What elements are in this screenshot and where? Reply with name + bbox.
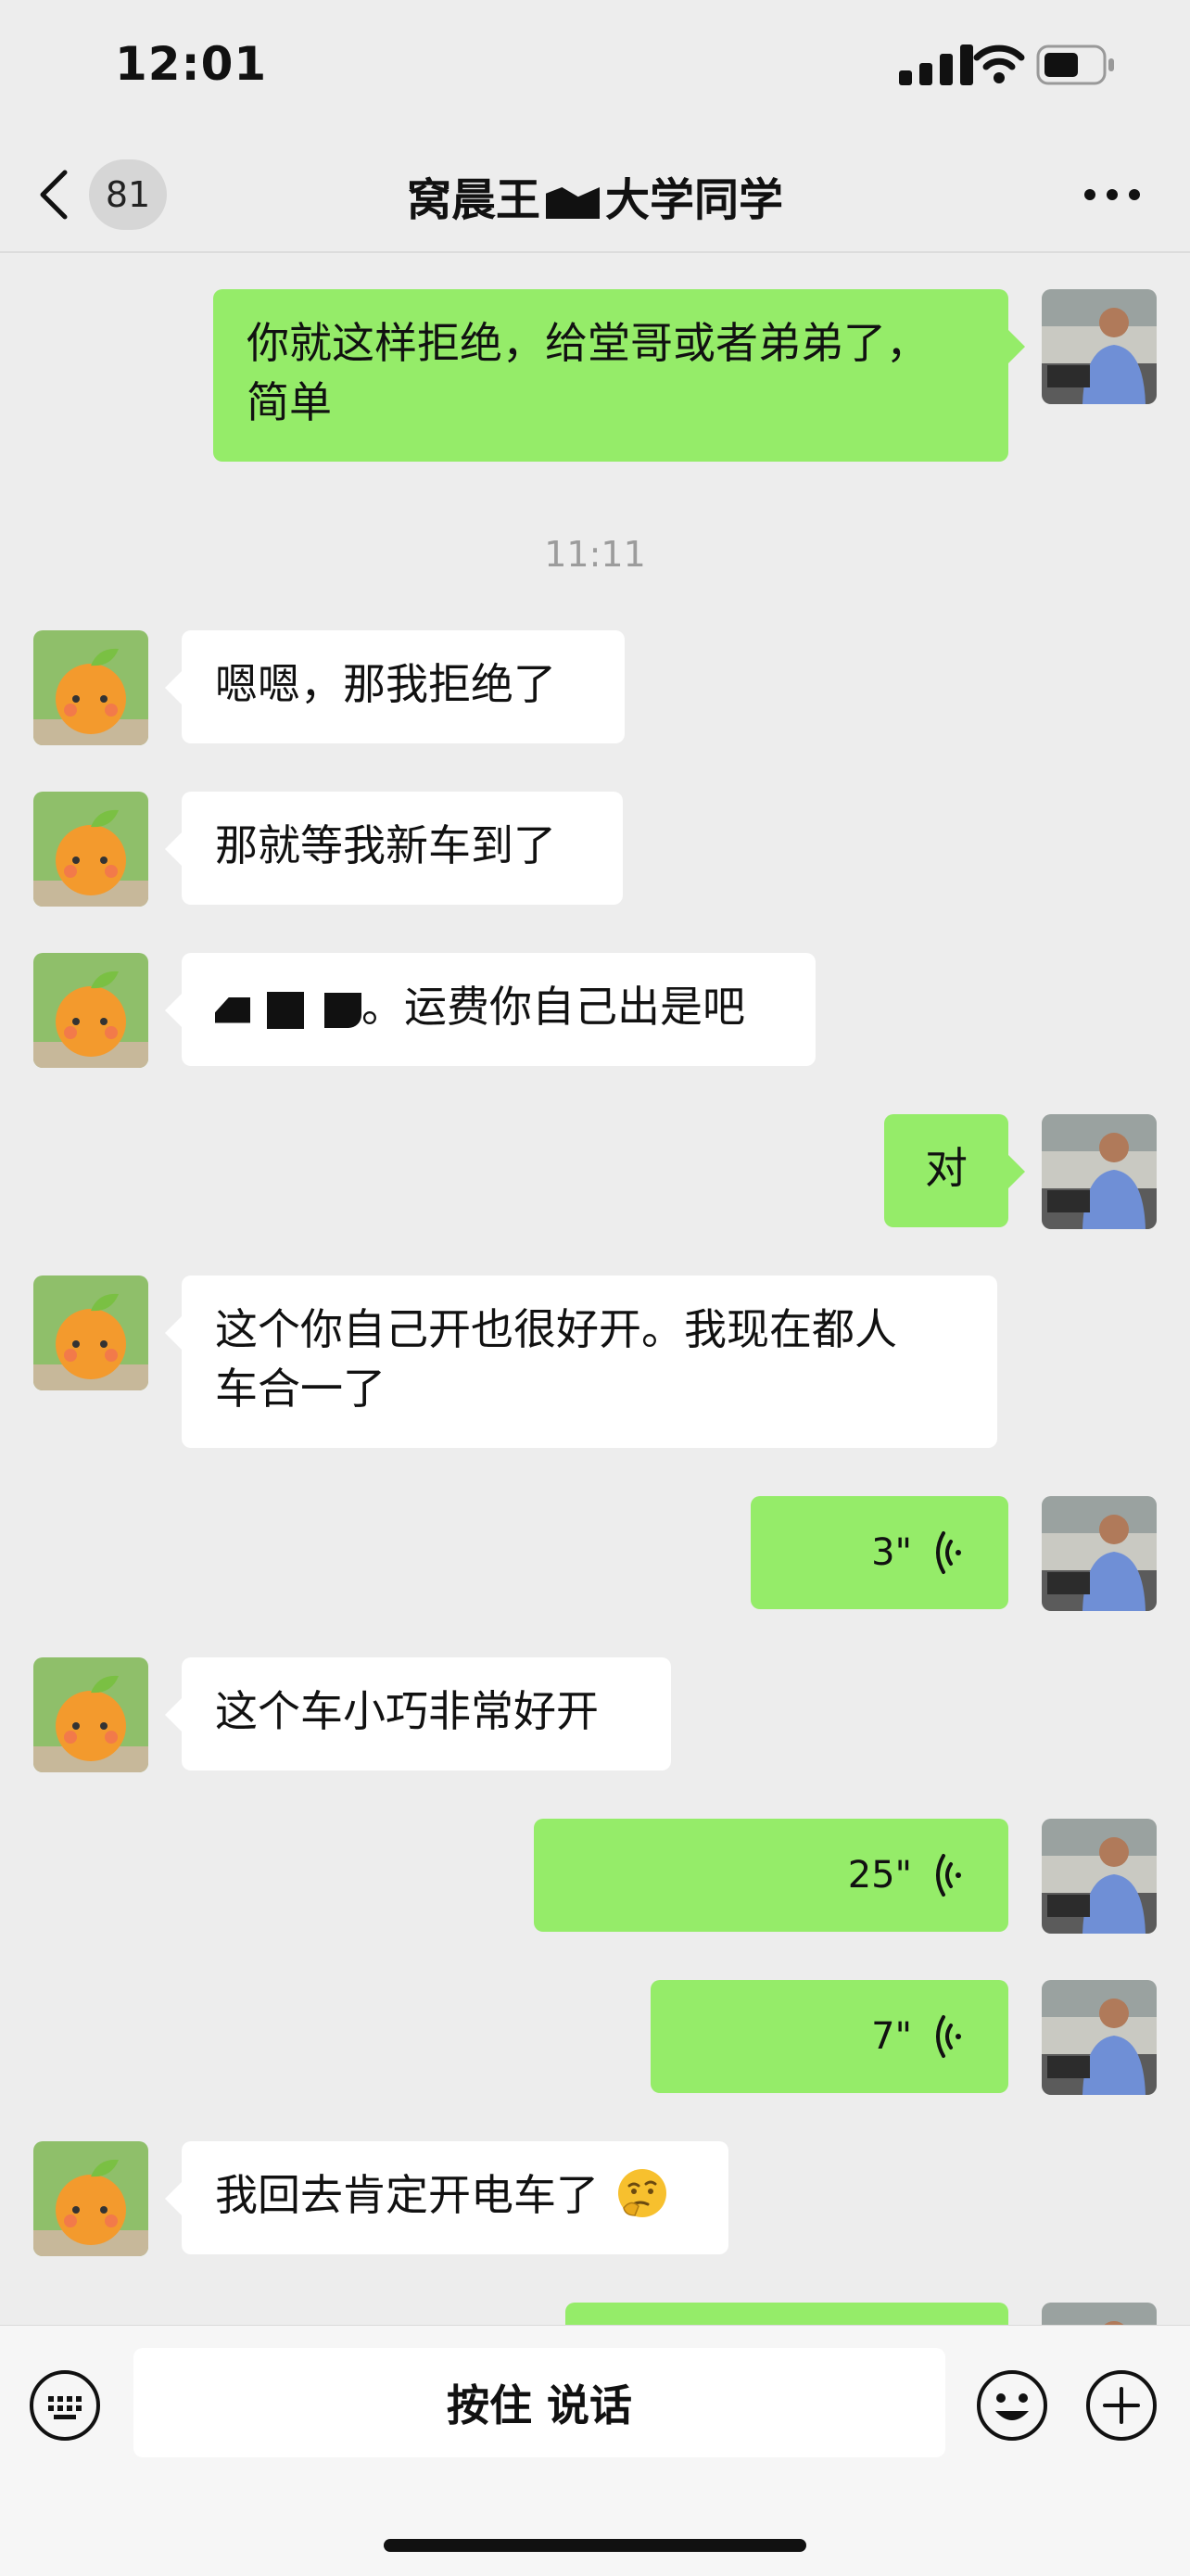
message-bubble-incoming[interactable]: 这个你自己开也很好开。我现在都人 车合一了 (165, 1275, 997, 1448)
keyboard-icon[interactable] (28, 2368, 102, 2443)
bubble-tail (986, 1537, 1003, 1570)
hold-to-talk-button[interactable]: 按住 说话 (133, 2348, 945, 2457)
message-text-line: 你就这样拒绝，给堂哥或者弟弟了， (247, 318, 929, 368)
contact-avatar[interactable] (33, 1657, 148, 1772)
signal-icon (899, 44, 973, 85)
voice-wave-icon (936, 1531, 961, 1574)
voice-duration: 7" (871, 2015, 912, 2058)
message-bubble-incoming[interactable]: 我回去肯定开电车了 (165, 2141, 728, 2254)
bubble-tail (165, 2182, 182, 2215)
message-text: 嗯嗯，那我拒绝了 (215, 659, 556, 709)
chat-header: 81 窝晨王 大学同学 (0, 139, 1190, 250)
thinking-emoji-icon (617, 2169, 666, 2217)
redaction-mark (267, 991, 304, 1029)
my-avatar[interactable] (1042, 1980, 1157, 2095)
contact-avatar[interactable] (33, 1275, 148, 1390)
message-bubble-incoming[interactable]: 。运费你自己出是吧 (165, 953, 816, 1066)
chat-title-suffix: 大学同学 (605, 174, 784, 226)
message-text-line: 车合一了 (215, 1364, 386, 1415)
voice-message-outgoing[interactable]: 7" (651, 1980, 1008, 2093)
voice-duration: 3" (871, 1531, 912, 1574)
voice-message-outgoing[interactable]: 25" (534, 1819, 1008, 1932)
contact-avatar[interactable] (33, 2141, 148, 2256)
bubble-tail (165, 994, 182, 1027)
bubble-tail (986, 2021, 1003, 2054)
my-avatar[interactable] (1042, 1496, 1157, 1611)
message-bubble-outgoing[interactable]: 对 (884, 1114, 1025, 1227)
header-divider (0, 251, 1190, 253)
redaction-mark (546, 187, 600, 219)
plus-icon[interactable] (1084, 2368, 1158, 2443)
bubble-tail (986, 1859, 1003, 1893)
input-bar: 按住 说话 (0, 2325, 1190, 2576)
bubble-tail (1008, 330, 1025, 363)
contact-avatar[interactable] (33, 953, 148, 1068)
message-bubble-outgoing[interactable]: 你就这样拒绝，给堂哥或者弟弟了， 简单 (213, 289, 1025, 462)
redaction-mark (324, 992, 361, 1028)
message-bubble-incoming[interactable]: 这个车小巧非常好开 (165, 1657, 671, 1770)
message-text: 对 (925, 1143, 968, 1193)
message-text: 这个车小巧非常好开 (215, 1686, 599, 1736)
bubble-tail (165, 832, 182, 866)
voice-message-outgoing[interactable]: 3" (751, 1496, 1008, 1609)
back-icon[interactable] (37, 169, 70, 221)
my-avatar[interactable] (1042, 289, 1157, 404)
my-avatar[interactable] (1042, 1819, 1157, 1934)
unread-badge: 81 (89, 159, 167, 230)
back-button[interactable]: 81 (37, 159, 195, 230)
contact-avatar[interactable] (33, 792, 148, 907)
bubble-tail (1008, 1155, 1025, 1188)
status-time: 12:01 (115, 37, 268, 91)
voice-duration: 25" (847, 1854, 912, 1897)
home-indicator (384, 2539, 806, 2552)
message-bubble-incoming[interactable]: 嗯嗯，那我拒绝了 (165, 630, 625, 743)
message-text: 。运费你自己出是吧 (361, 982, 745, 1032)
message-bubble-incoming[interactable]: 那就等我新车到了 (165, 792, 623, 905)
message-text: 那就等我新车到了 (215, 820, 556, 870)
battery-icon (1036, 44, 1114, 85)
contact-avatar[interactable] (33, 630, 148, 745)
bubble-tail (165, 1698, 182, 1732)
message-text-line: 这个你自己开也很好开。我现在都人 (215, 1304, 897, 1354)
bubble-tail (165, 671, 182, 704)
timestamp: 11:11 (544, 534, 646, 575)
wifi-icon (973, 44, 1025, 83)
more-icon[interactable] (1066, 167, 1158, 222)
voice-wave-icon (936, 1854, 961, 1897)
bubble-tail (165, 1316, 182, 1350)
voice-wave-icon (936, 2015, 961, 2058)
chat-title-prefix: 窝晨王 (406, 174, 540, 226)
message-text: 我回去肯定开电车了 (215, 2170, 599, 2220)
chat-title: 窝晨王 大学同学 (222, 163, 968, 228)
redaction-mark (215, 996, 250, 1023)
my-avatar[interactable] (1042, 1114, 1157, 1229)
emoji-icon[interactable] (975, 2368, 1049, 2443)
message-text-line: 简单 (247, 377, 332, 428)
